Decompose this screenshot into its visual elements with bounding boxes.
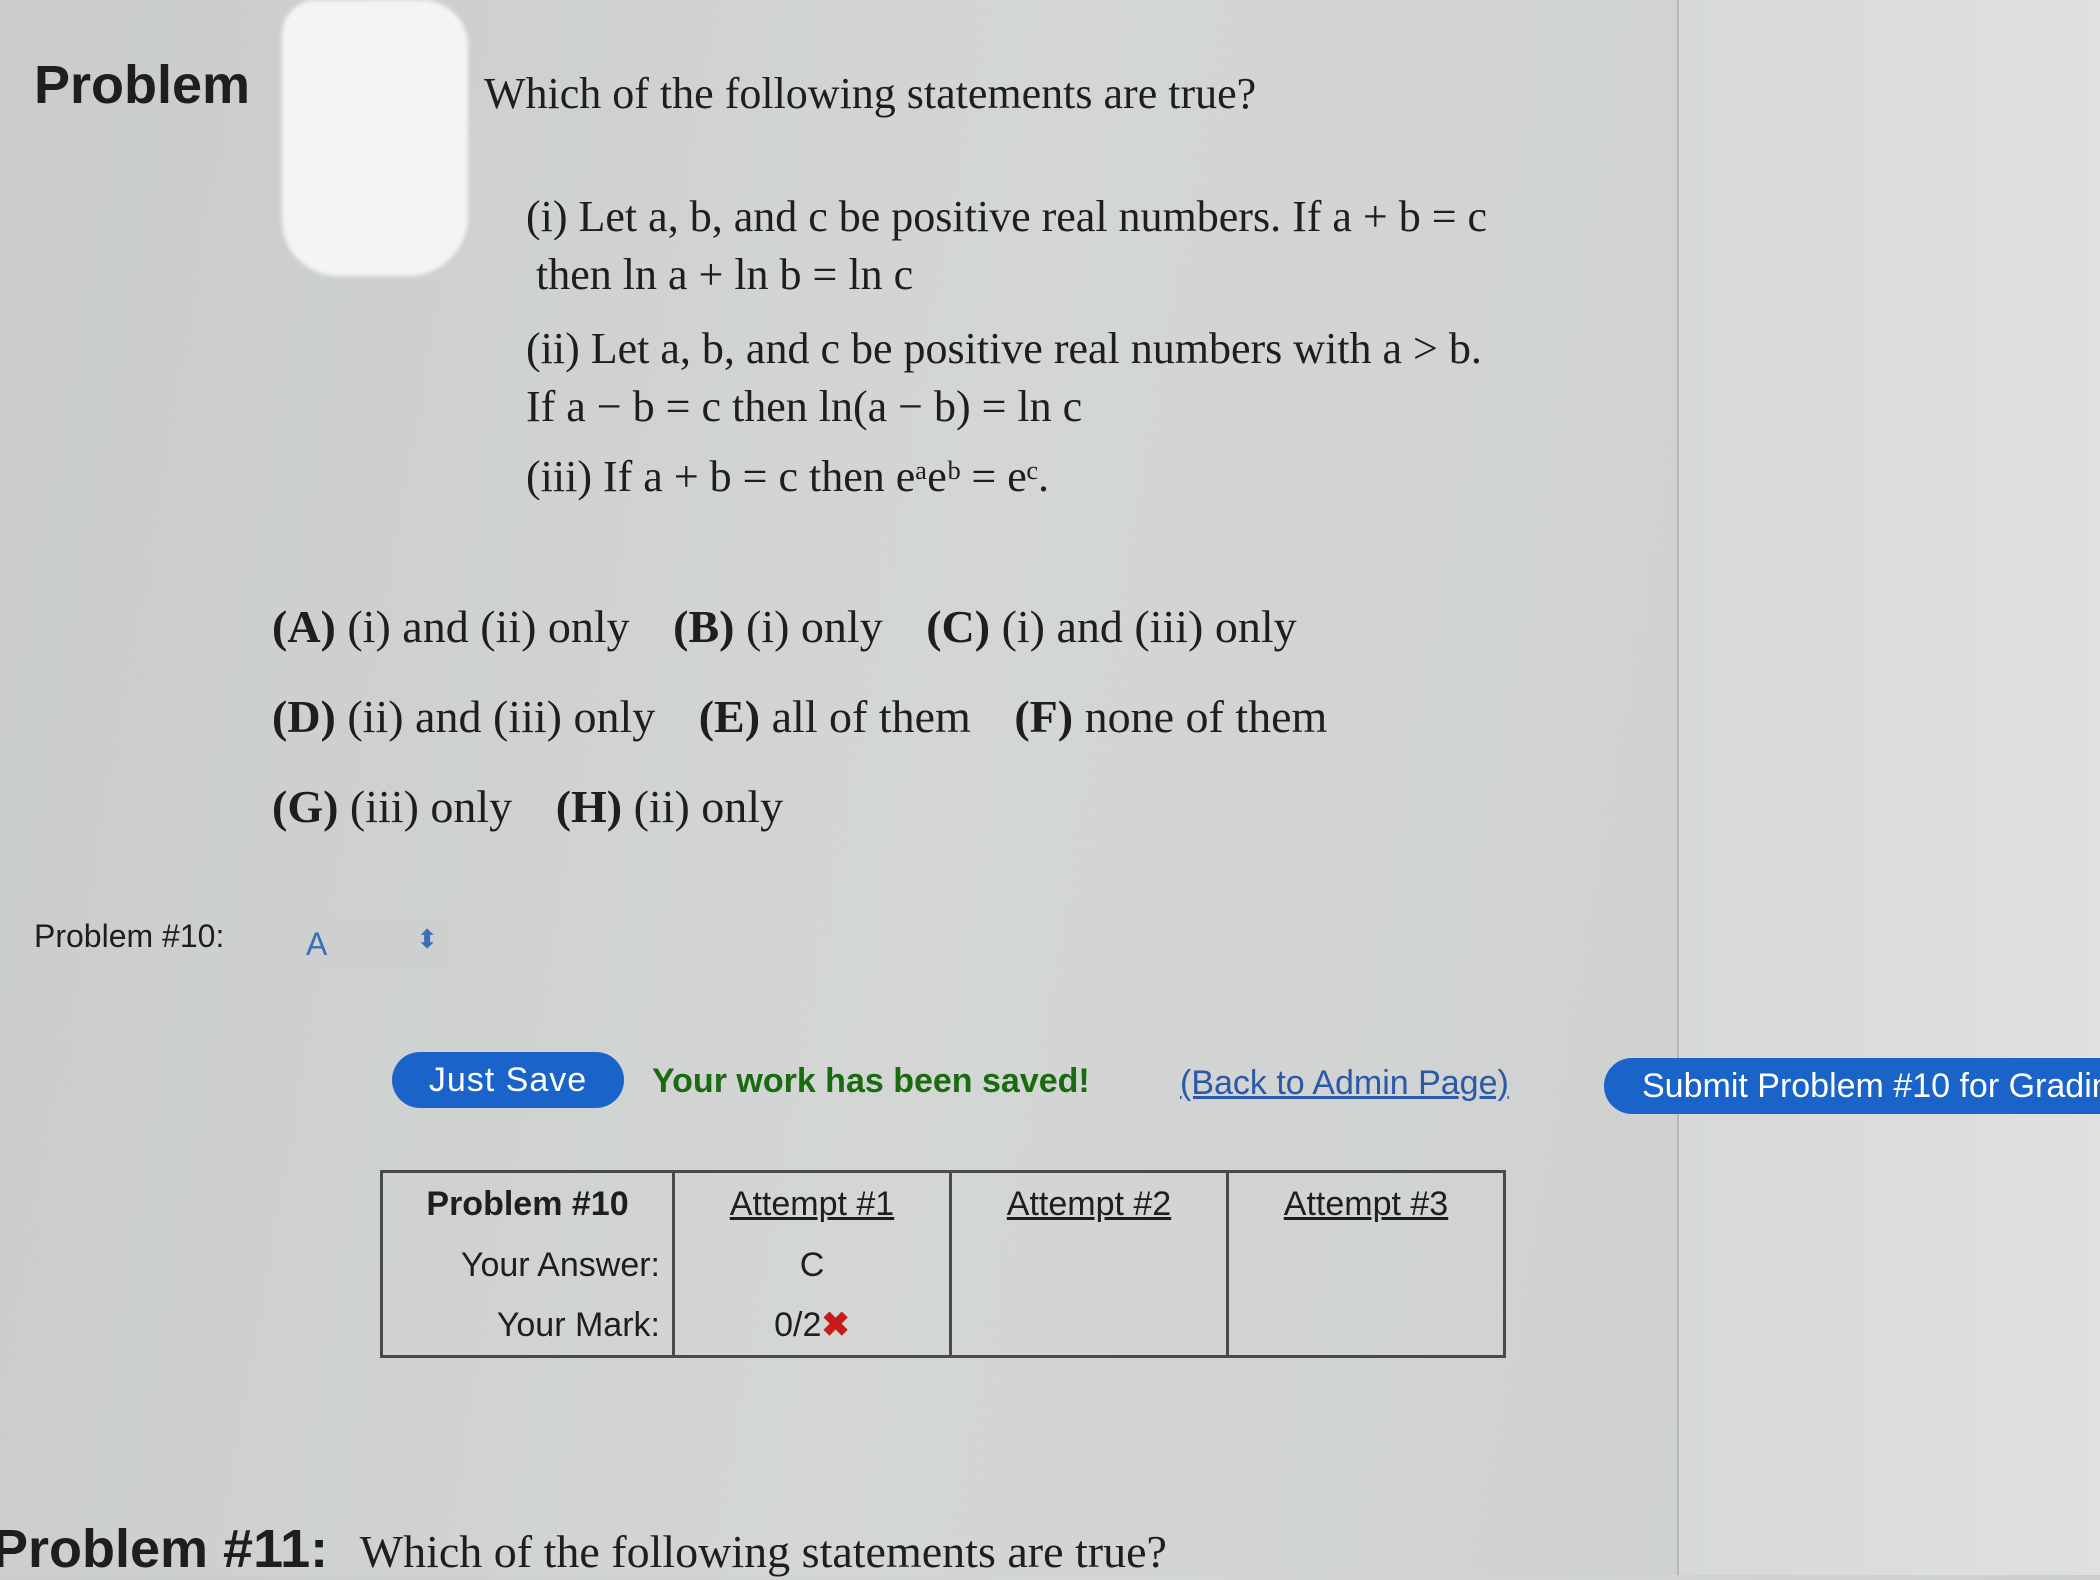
up-down-chevron-icon: ⬍ bbox=[416, 924, 438, 954]
choice-text: (ii) only bbox=[633, 781, 784, 832]
statement-line: (i) Let a, b, and c be positive real num… bbox=[526, 192, 1488, 241]
statement-line: (ii) Let a, b, and c be positive real nu… bbox=[526, 324, 1482, 373]
choice-text: none of them bbox=[1084, 691, 1328, 742]
choice-f: (F) none of them bbox=[1014, 691, 1327, 742]
attempt-3-link[interactable]: Attempt #3 bbox=[1284, 1185, 1448, 1223]
choice-text: all of them bbox=[771, 691, 971, 742]
choice-text: (ii) and (iii) only bbox=[347, 691, 656, 742]
choice-d: (D) (ii) and (iii) only bbox=[272, 691, 655, 742]
statement-line: then ln a + ln b = ln c bbox=[536, 250, 914, 299]
header-attempt-2: Attempt #2 bbox=[949, 1171, 1228, 1235]
choice-text: (i) and (ii) only bbox=[347, 601, 630, 652]
answer-cell bbox=[1226, 1235, 1505, 1295]
statement-line: (iii) If a + b = c then eᵃeᵇ = eᶜ. bbox=[526, 452, 1050, 501]
choice-letter: (B) bbox=[673, 601, 735, 652]
incorrect-x-icon: ✖ bbox=[821, 1306, 850, 1344]
submit-button-label: Submit Problem #10 for Grading bbox=[1642, 1066, 2100, 1105]
choice-g: (G) (iii) only bbox=[272, 781, 512, 832]
redaction-overlay bbox=[282, 0, 468, 276]
saved-message: Your work has been saved! bbox=[652, 1062, 1090, 1100]
choice-h: (H) (ii) only bbox=[556, 781, 783, 832]
mark-cell bbox=[949, 1295, 1228, 1357]
selected-value: A bbox=[306, 926, 328, 962]
statement-line: If a − b = c then ln(a − b) = ln c bbox=[526, 382, 1083, 431]
choice-text: (iii) only bbox=[349, 781, 513, 832]
choice-e: (E) all of them bbox=[699, 691, 971, 742]
choices-row: (A) (i) and (ii) only (B) (i) only (C) (… bbox=[272, 600, 1329, 653]
answer-select[interactable]: A ⬍ bbox=[294, 918, 454, 968]
statement-iii: (iii) If a + b = c then eᵃeᵇ = eᶜ. bbox=[526, 448, 1049, 506]
submit-problem-button[interactable]: Submit Problem #10 for Grading bbox=[1604, 1058, 2100, 1114]
choice-b: (B) (i) only bbox=[673, 601, 883, 652]
choice-letter: (C) bbox=[926, 601, 991, 652]
answer-cell bbox=[949, 1235, 1228, 1295]
answer-cell: C bbox=[672, 1235, 951, 1295]
attempt-2-link[interactable]: Attempt #2 bbox=[1007, 1185, 1171, 1223]
choices-row: (G) (iii) only (H) (ii) only bbox=[272, 780, 815, 833]
mark-value: 0/2 bbox=[774, 1306, 822, 1344]
just-save-button[interactable]: Just Save bbox=[392, 1052, 624, 1108]
header-problem: Problem #10 bbox=[380, 1171, 674, 1235]
next-problem: Problem #11: Which of the following stat… bbox=[0, 1518, 1167, 1580]
choice-letter: (H) bbox=[555, 781, 623, 832]
choice-c: (C) (i) and (iii) only bbox=[926, 601, 1296, 652]
choice-letter: (F) bbox=[1014, 691, 1074, 742]
back-to-admin-link[interactable]: (Back to Admin Page) bbox=[1180, 1064, 1509, 1103]
choices-row: (D) (ii) and (iii) only (E) all of them … bbox=[272, 690, 1359, 743]
attempt-1-link[interactable]: Attempt #1 bbox=[730, 1185, 894, 1223]
header-attempt-3: Attempt #3 bbox=[1226, 1171, 1505, 1235]
choice-letter: (E) bbox=[698, 691, 761, 742]
choice-letter: (G) bbox=[272, 781, 339, 832]
mark-cell: 0/2✖ bbox=[672, 1295, 951, 1357]
choice-a: (A) (i) and (ii) only bbox=[272, 601, 630, 652]
header-attempt-1: Attempt #1 bbox=[672, 1171, 951, 1235]
right-panel bbox=[1679, 0, 2100, 1575]
problem-heading: Problem bbox=[34, 55, 251, 115]
mark-cell bbox=[1226, 1295, 1505, 1357]
table-header-row: Problem #10 Attempt #1 Attempt #2 Attemp… bbox=[380, 1171, 1505, 1235]
choice-text: (i) and (iii) only bbox=[1001, 601, 1297, 652]
answer-row-label: Your Answer: bbox=[380, 1235, 674, 1295]
choice-letter: (A) bbox=[272, 601, 336, 652]
attempts-table: Problem #10 Attempt #1 Attempt #2 Attemp… bbox=[380, 1170, 1506, 1358]
table-row: Your Mark: 0/2✖ bbox=[380, 1295, 1505, 1357]
table-row: Your Answer: C bbox=[380, 1235, 1505, 1295]
answer-label: Problem #10: bbox=[34, 918, 225, 954]
next-problem-label: Problem #11: bbox=[0, 1519, 329, 1579]
mark-row-label: Your Mark: bbox=[380, 1295, 674, 1357]
page-divider bbox=[1677, 0, 1679, 1575]
choice-text: (i) only bbox=[746, 601, 883, 652]
statement-ii: (ii) Let a, b, and c be positive real nu… bbox=[526, 320, 1482, 436]
statement-i: (i) Let a, b, and c be positive real num… bbox=[526, 188, 1487, 304]
choice-letter: (D) bbox=[272, 691, 336, 742]
next-problem-question: Which of the following statements are tr… bbox=[359, 1526, 1167, 1577]
question-text: Which of the following statements are tr… bbox=[484, 69, 1257, 118]
